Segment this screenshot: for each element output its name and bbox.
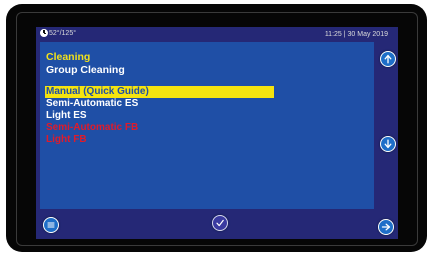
arrow-right-icon [381, 223, 391, 231]
menu-item-light-fb: Light FB [46, 134, 87, 145]
temperature-readout: 52°/125° [49, 29, 77, 37]
scroll-down-button[interactable] [380, 136, 396, 152]
arrow-up-icon [384, 54, 392, 64]
cleaning-menu: Manual (Quick Guide) Semi-Automatic ES L… [45, 86, 285, 146]
checkmark-icon [216, 219, 224, 227]
menu-item-semi-automatic-fb: Semi-Automatic FB [46, 122, 139, 133]
scroll-up-button[interactable] [380, 51, 396, 67]
menu-item-light-es[interactable]: Light ES [45, 110, 285, 122]
date-time: 11:25 | 30 May 2019 [324, 31, 388, 38]
menu-item-manual-quick-guide[interactable]: Manual (Quick Guide) [45, 86, 274, 98]
menu-item-semi-automatic-es[interactable]: Semi-Automatic ES [45, 98, 285, 110]
temperature-status: 52°/125° [40, 29, 76, 37]
section-title: Cleaning [46, 51, 91, 63]
menu-button[interactable] [43, 217, 59, 233]
confirm-button[interactable] [212, 215, 228, 231]
touch-screen: 52°/125° 11:25 | 30 May 2019 Cleaning Gr… [36, 27, 398, 239]
menu-icon [47, 222, 55, 228]
thermometer-clock-icon [40, 29, 48, 37]
next-button[interactable] [378, 219, 394, 235]
content-panel: Cleaning Group Cleaning Manual (Quick Gu… [40, 42, 374, 209]
section-subtitle: Group Cleaning [46, 64, 125, 76]
status-bar: 52°/125° 11:25 | 30 May 2019 [36, 27, 398, 42]
arrow-down-icon [384, 139, 392, 149]
